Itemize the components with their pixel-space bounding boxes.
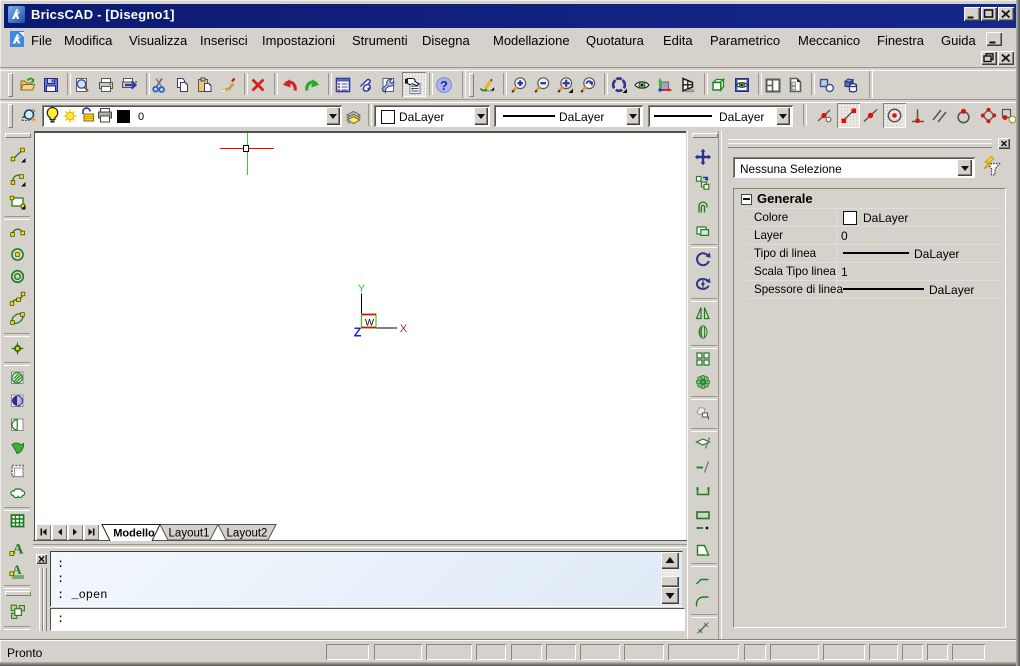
svg-text:W: W [365, 318, 374, 329]
svg-text:A: A [13, 542, 24, 558]
svg-text:Modello: Modello [113, 528, 155, 540]
svg-text:X: X [400, 323, 408, 335]
svg-text:?: ? [440, 78, 448, 93]
svg-text:Layout1: Layout1 [169, 528, 210, 540]
svg-text:Z: Z [354, 326, 362, 340]
svg-text:Layout2: Layout2 [227, 528, 268, 540]
svg-text:Y: Y [358, 283, 366, 295]
